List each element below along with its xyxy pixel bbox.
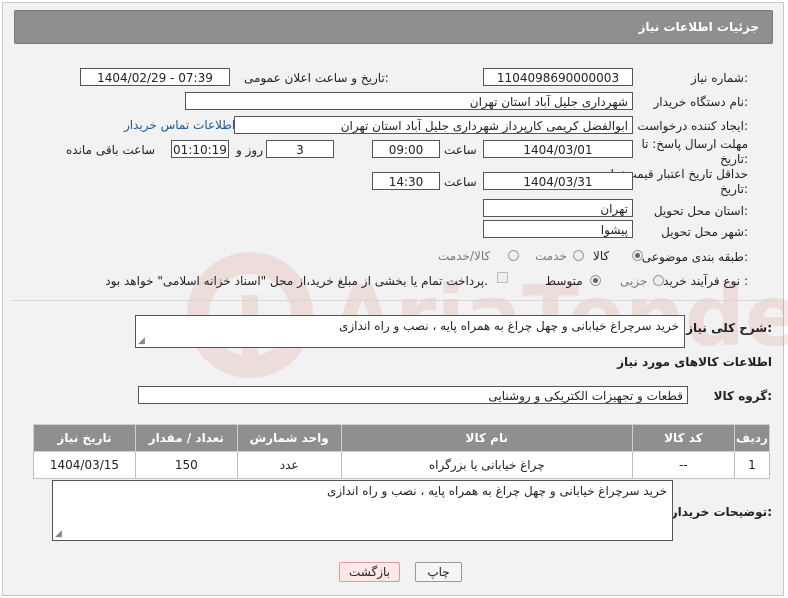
delivery-city-field[interactable]: پیشوا: [483, 220, 633, 238]
category-option-goods-service: کالا/خدمت: [438, 249, 491, 263]
buyer-notes-label: توضیحات خریدار:: [670, 505, 772, 519]
buyer-org-field[interactable]: شهرداری جلیل آباد استان تهران: [185, 92, 633, 110]
buyer-notes-textarea[interactable]: خرید سرچراغ خیابانی و چهل چراغ به همراه …: [52, 480, 673, 541]
back-button[interactable]: بازگشت: [339, 562, 400, 582]
page-title: جزئیات اطلاعات نیاز: [638, 20, 759, 34]
cell-item-name: چراغ خیابانی یا بزرگراه: [340, 451, 633, 479]
price-validity-time[interactable]: 14:30: [372, 172, 440, 190]
category-radio-goods-service[interactable]: [508, 250, 519, 261]
divider: [12, 300, 774, 301]
time-remaining-label: ساعت باقی مانده: [66, 143, 156, 157]
process-option-medium: متوسط: [545, 274, 583, 288]
purchase-process-label: نوع فرآیند خرید :: [663, 274, 748, 288]
table-header-row: تاریخ نیاز تعداد / مقدار واحد شمارش نام …: [33, 424, 771, 452]
print-button[interactable]: چاپ: [415, 562, 462, 582]
process-radio-minor[interactable]: [653, 275, 664, 286]
goods-group-label: گروه کالا:: [713, 389, 772, 403]
reply-deadline-date[interactable]: 1404/03/01: [483, 140, 633, 158]
summary-text: خرید سرچراغ خیابانی و چهل چراغ به همراه …: [338, 319, 679, 333]
reply-time-label: ساعت: [444, 143, 477, 157]
process-radio-medium[interactable]: [590, 275, 601, 286]
requester-field[interactable]: ابوالفضل کریمی کارپرداز شهرداری جلیل آبا…: [234, 116, 633, 134]
col-need-date: تاریخ نیاز: [33, 424, 136, 452]
treasury-payment-note: پرداخت تمام یا بخشی از مبلغ خرید،از محل …: [105, 274, 488, 288]
col-item-code: کد کالا: [631, 424, 735, 452]
cell-need-date: 1404/03/15: [33, 451, 136, 479]
cell-item-code: --: [631, 451, 735, 479]
resize-grip-icon[interactable]: ◢: [138, 337, 145, 346]
process-option-minor: جزیی: [620, 274, 648, 288]
announce-datetime-label: تاریخ و ساعت اعلان عمومی:: [244, 71, 389, 85]
days-label: روز و: [236, 143, 263, 157]
requester-label: ایجاد کننده درخواست:: [637, 119, 748, 133]
buyer-notes-text: خرید سرچراغ خیابانی و چهل چراغ به همراه …: [326, 484, 667, 498]
col-unit: واحد شمارش: [236, 424, 342, 452]
category-radio-service[interactable]: [573, 250, 584, 261]
delivery-province-field[interactable]: تهران: [483, 199, 633, 217]
goods-group-field[interactable]: قطعات و تجهیزات الکتریکی و روشنایی: [138, 386, 688, 404]
page-header: جزئیات اطلاعات نیاز: [14, 10, 773, 44]
items-table: تاریخ نیاز تعداد / مقدار واحد شمارش نام …: [33, 424, 771, 479]
days-remaining-field[interactable]: 3: [266, 140, 334, 158]
category-option-service: خدمت: [535, 249, 567, 263]
col-quantity: تعداد / مقدار: [134, 424, 238, 452]
cell-quantity: 150: [134, 451, 238, 479]
resize-grip-icon[interactable]: ◢: [55, 530, 62, 539]
time-remaining-field[interactable]: 01:10:19: [171, 140, 229, 158]
reply-deadline-time[interactable]: 09:00: [372, 140, 440, 158]
treasury-payment-checkbox[interactable]: [497, 272, 508, 283]
reply-deadline-label: مهلت ارسال پاسخ: تا تاریخ:: [641, 137, 748, 166]
need-number-field[interactable]: 1104098690000003: [483, 68, 633, 86]
goods-section-title: اطلاعات کالاهای مورد نیاز: [617, 355, 772, 369]
buyer-contact-link[interactable]: اطلاعات تماس خریدار: [124, 118, 235, 132]
delivery-province-label: استان محل تحویل:: [653, 204, 748, 218]
need-number-label: شماره نیاز:: [690, 71, 748, 85]
summary-textarea[interactable]: خرید سرچراغ خیابانی و چهل چراغ به همراه …: [135, 315, 685, 348]
price-validity-date[interactable]: 1404/03/31: [483, 172, 633, 190]
price-validity-time-label: ساعت: [444, 175, 477, 189]
buyer-org-label: نام دستگاه خریدار:: [653, 95, 749, 109]
category-option-goods: کالا: [593, 249, 610, 263]
col-row: ردیف: [733, 424, 771, 452]
table-row[interactable]: 1404/03/15 150 عدد چراغ خیابانی یا بزرگر…: [33, 451, 771, 479]
delivery-city-label: شهر محل تحویل:: [661, 225, 748, 239]
col-item-name: نام کالا: [340, 424, 633, 452]
cell-row: 1: [733, 451, 771, 479]
category-radio-goods[interactable]: [632, 250, 643, 261]
summary-label: شرح کلی نیاز:: [686, 321, 772, 335]
category-label: طبقه بندی موضوعی:: [641, 250, 748, 264]
cell-unit: عدد: [236, 451, 342, 479]
announce-datetime-field[interactable]: 1404/02/29 - 07:39: [80, 68, 230, 86]
